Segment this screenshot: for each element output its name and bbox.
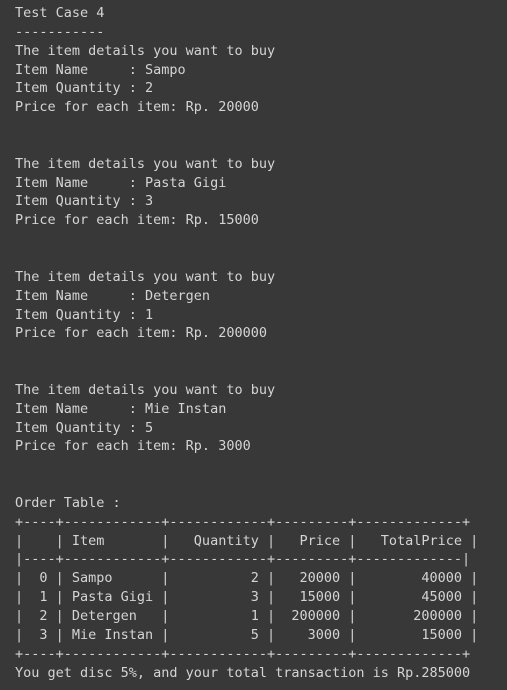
console-output: Test Case 4 ----------- The item details y… (15, 4, 478, 682)
console-line: Item Name : Detergen (15, 287, 211, 304)
console-line: Order Table : (15, 494, 121, 511)
console-line: Item Name : Sampo (15, 61, 186, 78)
console-line: Item Quantity : 3 (15, 193, 154, 210)
console-line: +----+------------+------------+--------… (15, 513, 471, 530)
console-line: Price for each item: Rp. 20000 (15, 99, 259, 116)
console-line: Item Name : Pasta Gigi (15, 174, 227, 191)
console-line: The item details you want to buy (15, 155, 276, 172)
console-line: | 1 | Pasta Gigi | 3 | 15000 | 45000 | (15, 589, 479, 606)
console-line: +----+------------+------------+--------… (15, 645, 471, 662)
console-line: Price for each item: Rp. 15000 (15, 212, 259, 229)
console-line: |----+------------+------------+--------… (15, 551, 471, 568)
console-line: The item details you want to buy (15, 381, 276, 398)
console-line: | 2 | Detergen | 1 | 200000 | 200000 | (15, 608, 479, 624)
console-line: | 3 | Mie Instan | 5 | 3000 | 15000 | (15, 626, 479, 643)
console-line: The item details you want to buy (15, 42, 276, 59)
console-line: You get disc 5%, and your total transact… (15, 664, 471, 681)
console-line: Price for each item: Rp. 200000 (15, 325, 267, 342)
console-line: Item Name : Mie Instan (15, 400, 227, 417)
console-line: Item Quantity : 1 (15, 306, 154, 323)
console-line: Item Quantity : 5 (15, 419, 154, 436)
console-line: | 0 | Sampo | 2 | 20000 | 40000 | (15, 570, 479, 587)
console-line: Test Case 4 (15, 5, 105, 21)
console-line: | | Item | Quantity | Price | TotalPrice… (15, 532, 479, 549)
console-line: Item Quantity : 2 (15, 80, 154, 97)
console-line: ----------- (15, 23, 105, 40)
console-line: The item details you want to buy (15, 268, 276, 285)
console-line: Price for each item: Rp. 3000 (15, 438, 251, 455)
